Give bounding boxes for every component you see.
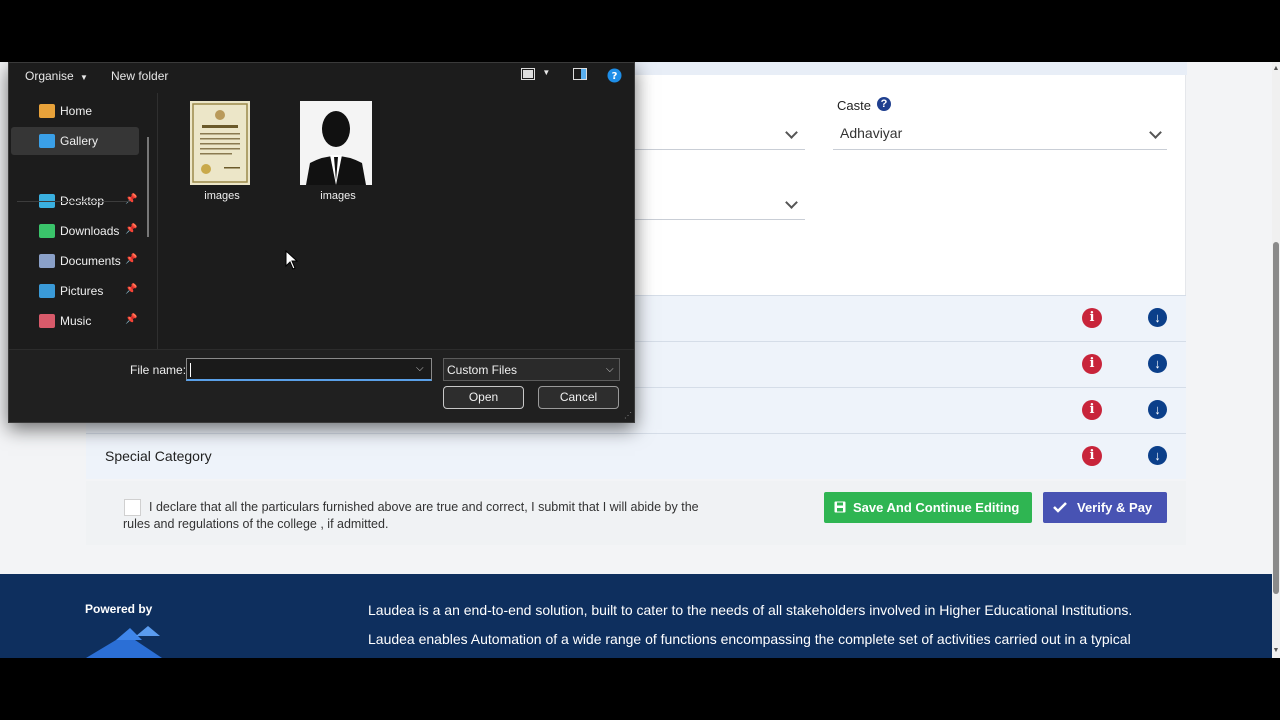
documents-icon [39, 254, 55, 268]
nav-item-documents[interactable]: Documents 📌 [11, 247, 139, 275]
organise-label: Organise [25, 69, 74, 83]
home-icon [39, 104, 55, 118]
chevron-down-icon[interactable] [785, 126, 798, 139]
nav-item-home[interactable]: Home [11, 97, 139, 125]
footer-paragraph: Laudea is a an end-to-end solution, buil… [368, 602, 1133, 618]
pin-icon: 📌 [125, 284, 138, 295]
pin-icon: 📌 [125, 194, 138, 205]
arrow-down-icon[interactable]: ↓ [1148, 354, 1167, 373]
nav-item-label: Downloads [60, 224, 120, 238]
info-icon[interactable]: i [1082, 446, 1102, 466]
scroll-thumb[interactable] [1273, 242, 1279, 594]
accordion-row-special-category[interactable]: Special Category i ↓ [86, 433, 1186, 479]
dialog-footer: File name: ⌵ Custom Files ⌵ Open Cancel … [9, 349, 634, 422]
help-button[interactable]: ? [607, 68, 622, 86]
footer: Powered by Laudea is a an end-to-end sol… [0, 574, 1272, 658]
file-name-input[interactable] [186, 358, 432, 381]
scroll-down-arrow[interactable]: ▼ [1272, 646, 1280, 656]
file-item[interactable] [190, 101, 250, 190]
page-scrollbar[interactable]: ▲ ▼ [1272, 62, 1280, 658]
person-silhouette-thumbnail [300, 101, 372, 185]
file-type-select[interactable]: Custom Files ⌵ [443, 358, 620, 381]
info-icon[interactable]: i [1082, 308, 1102, 328]
scroll-up-arrow[interactable]: ▲ [1272, 64, 1280, 74]
nav-item-music[interactable]: Music 📌 [11, 307, 139, 335]
file-type-value: Custom Files [447, 363, 518, 377]
verify-and-pay-button[interactable]: Verify & Pay [1043, 492, 1167, 523]
screen: Caste ? Adhaviyar i ↓ i ↓ i ↓ Special Ca… [0, 0, 1280, 720]
caste-underline [833, 149, 1167, 150]
save-button-label: Save And Continue Editing [853, 500, 1020, 515]
file-item[interactable] [300, 101, 372, 190]
nav-item-label: Pictures [60, 284, 104, 298]
chevron-down-icon: ▼ [542, 68, 551, 77]
chevron-down-icon[interactable] [785, 196, 798, 209]
pin-icon: 📌 [125, 224, 138, 235]
file-name-label: File name: [130, 363, 187, 377]
file-name-label: images [204, 190, 240, 202]
verify-button-label: Verify & Pay [1077, 500, 1153, 515]
chevron-down-icon: ▼ [80, 73, 88, 82]
nav-scrollbar[interactable] [147, 137, 149, 237]
open-button[interactable]: Open [443, 386, 524, 409]
pane-divider[interactable] [157, 93, 158, 349]
nav-item-pictures[interactable]: Pictures 📌 [11, 277, 139, 305]
checkmark-icon [1053, 502, 1067, 513]
file-name-label: images [320, 190, 356, 202]
pin-icon: 📌 [125, 314, 138, 325]
nav-item-label: Music [60, 314, 92, 328]
downloads-icon [39, 224, 55, 238]
footer-paragraph: Laudea enables Automation of a wide rang… [368, 631, 1131, 647]
nav-item-gallery[interactable]: Gallery [11, 127, 139, 155]
nav-item-downloads[interactable]: Downloads 📌 [11, 217, 139, 245]
view-icon [521, 68, 535, 80]
help-icon: ? [607, 68, 622, 83]
svg-text:?: ? [612, 71, 618, 82]
chevron-down-icon[interactable]: ⌵ [416, 363, 424, 374]
music-icon [39, 314, 55, 328]
view-options-button[interactable]: ▼ [521, 68, 550, 83]
info-icon[interactable]: i [1082, 400, 1102, 420]
gallery-icon [39, 134, 55, 148]
pin-icon: 📌 [125, 254, 138, 265]
caste-label: Caste [837, 98, 871, 113]
resize-grip[interactable]: ⋰ [624, 411, 632, 420]
text-caret [190, 363, 191, 377]
floppy-disk-icon [834, 501, 846, 513]
pictures-icon [39, 284, 55, 298]
dialog-toolbar: Organise ▼ New folder ▼ ? [9, 63, 634, 89]
preview-pane-button[interactable] [573, 68, 587, 83]
navigation-pane: Home Gallery Desktop 📌 Downloads 📌 Documents 📌 P… [9, 93, 157, 347]
file-open-dialog: Organise ▼ New folder ▼ ? Home Gallery Des… [8, 62, 635, 423]
declaration-text: I declare that all the particulars furni… [123, 500, 699, 531]
caste-select[interactable]: Adhaviyar [840, 125, 902, 141]
certificate-thumbnail [190, 101, 250, 185]
chevron-down-icon: ⌵ [606, 364, 614, 375]
help-icon[interactable]: ? [877, 97, 891, 111]
save-and-continue-button[interactable]: Save And Continue Editing [824, 492, 1032, 523]
nav-separator [17, 201, 131, 202]
nav-item-label: Documents [60, 254, 121, 268]
mouse-cursor [285, 250, 299, 270]
chevron-down-icon[interactable] [1149, 126, 1162, 139]
declaration-section: I declare that all the particulars furni… [86, 481, 1186, 545]
cancel-button[interactable]: Cancel [538, 386, 619, 409]
powered-by-label: Powered by [85, 602, 153, 616]
nav-item-label: Home [60, 104, 93, 118]
accordion-title: Special Category [105, 448, 212, 464]
info-icon[interactable]: i [1082, 354, 1102, 374]
arrow-down-icon[interactable]: ↓ [1148, 400, 1167, 419]
preview-pane-icon [573, 68, 587, 80]
nav-item-label: Gallery [60, 134, 99, 148]
new-folder-button[interactable]: New folder [111, 69, 168, 83]
organise-menu[interactable]: Organise ▼ [25, 69, 88, 83]
arrow-down-icon[interactable]: ↓ [1148, 446, 1167, 465]
arrow-down-icon[interactable]: ↓ [1148, 308, 1167, 327]
laudea-logo [86, 626, 162, 658]
